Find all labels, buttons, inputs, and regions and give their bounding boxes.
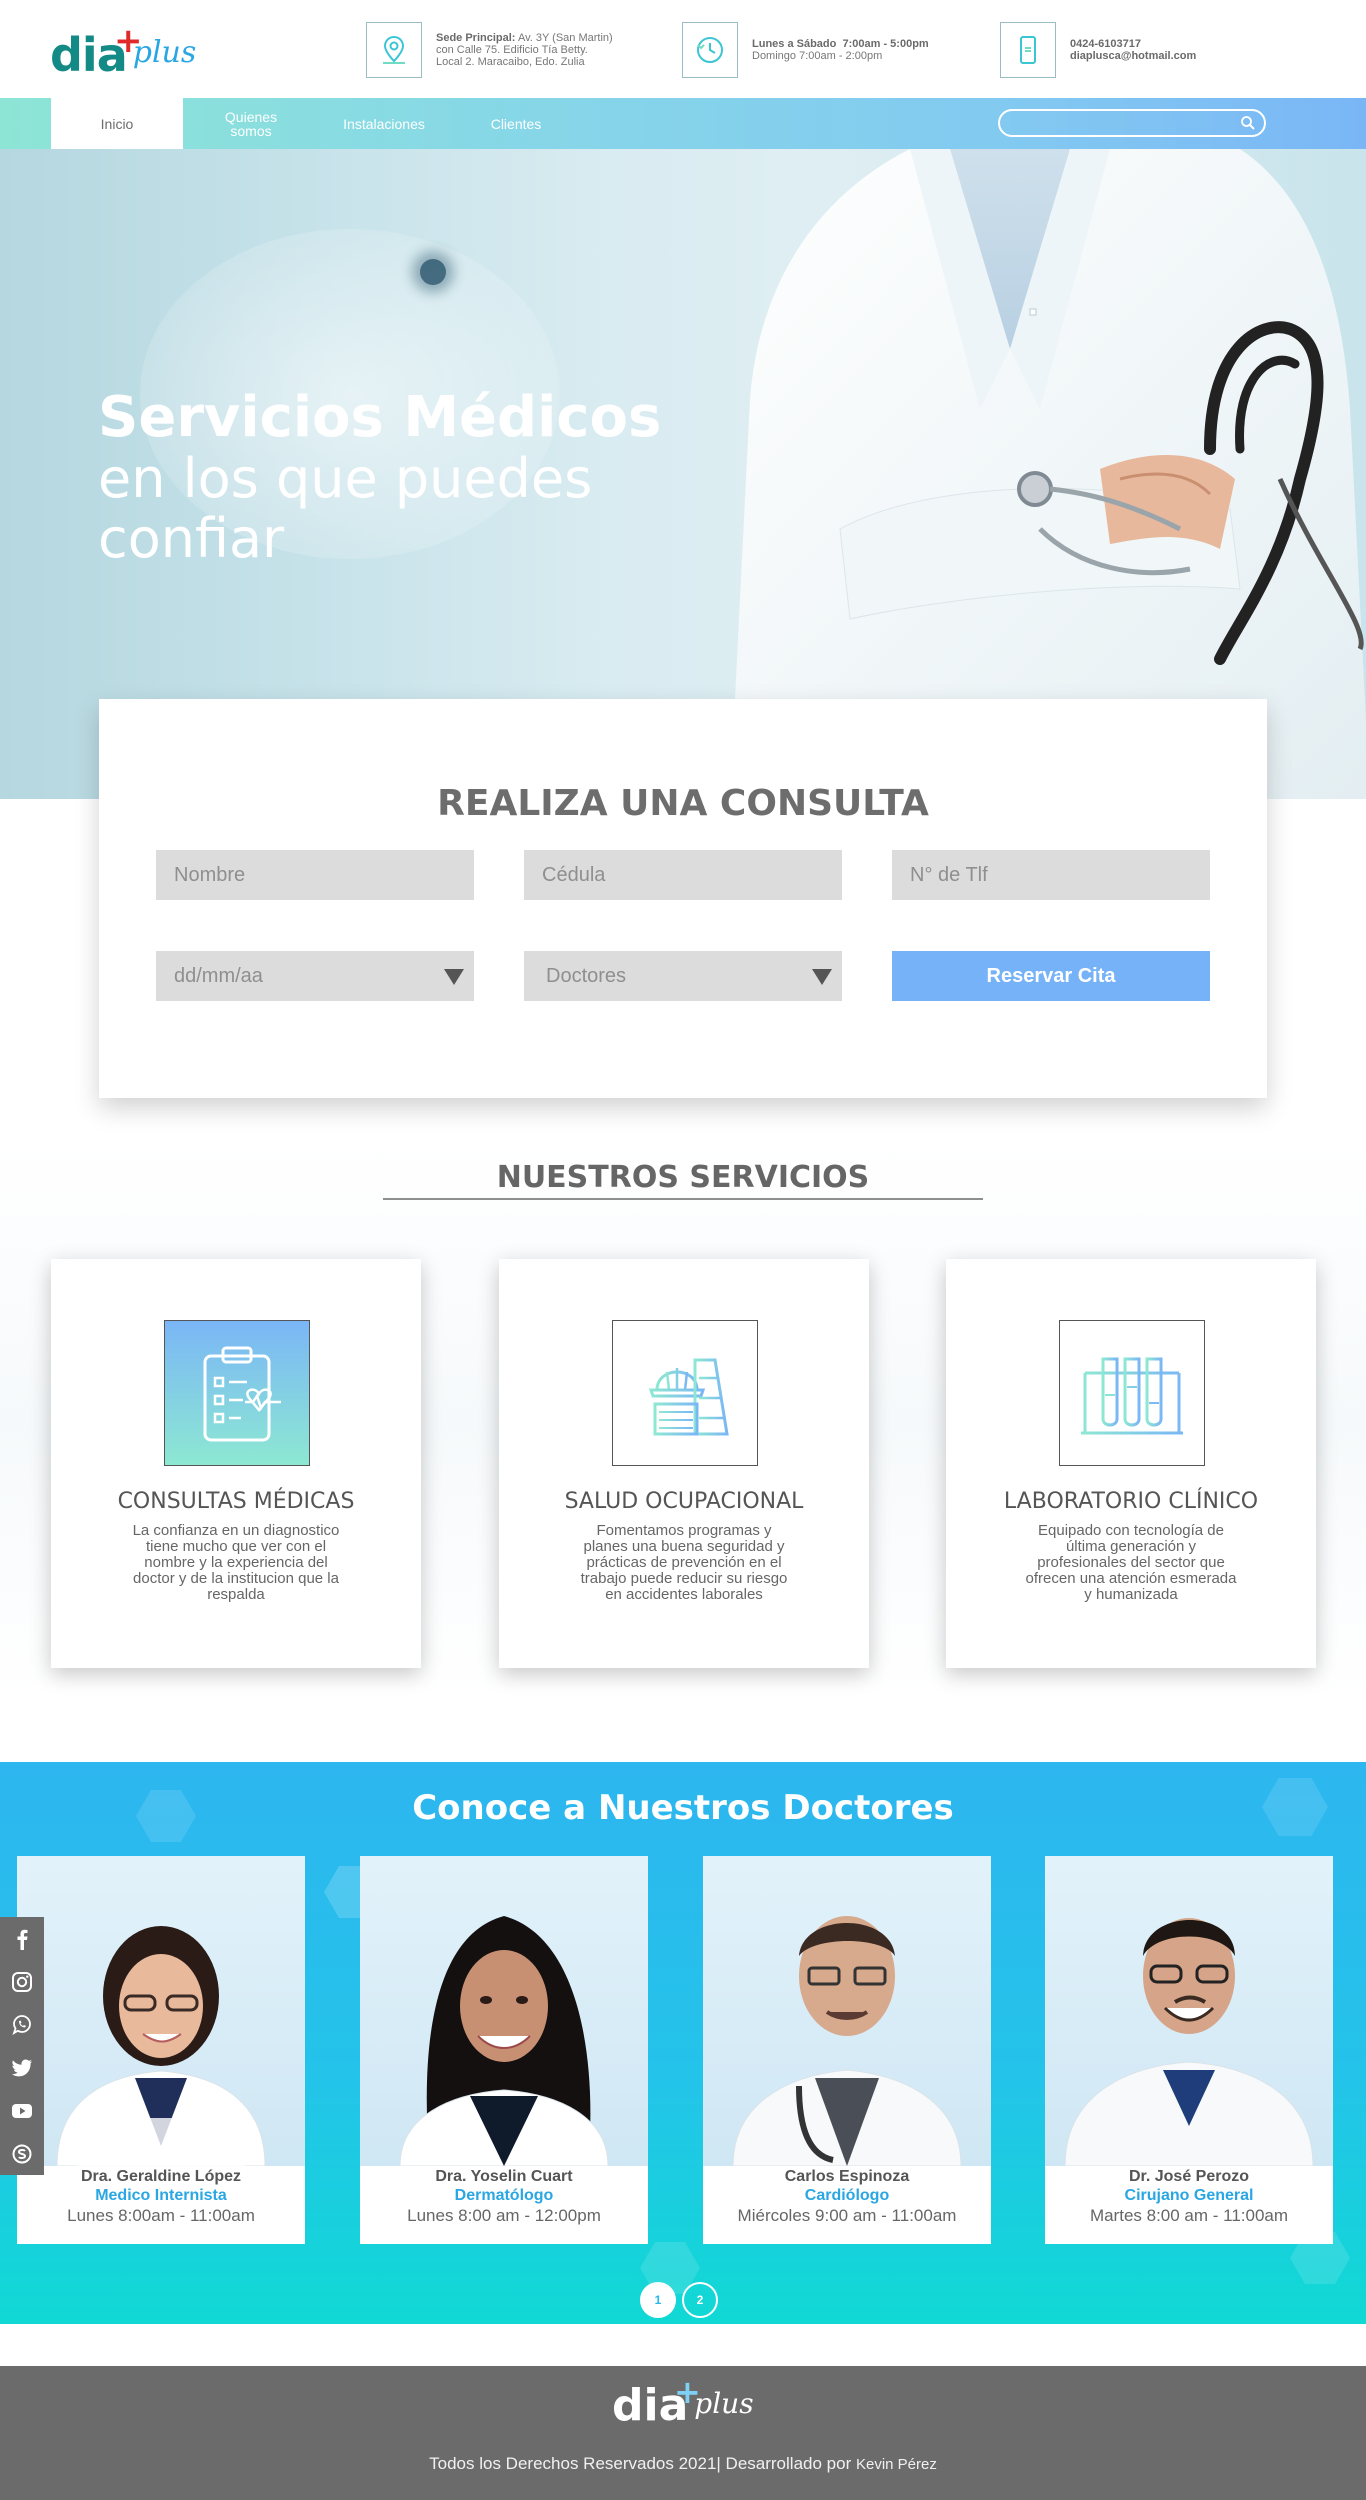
helmet-icon — [612, 1320, 758, 1466]
telefono-field[interactable]: N° de Tlf — [892, 850, 1210, 900]
doctor-hours: Martes 8:00 am - 11:00am — [1089, 2206, 1289, 2225]
address-line3: Local 2. Maracaibo, Edo. Zulia — [436, 56, 585, 68]
doctor-card[interactable]: Dr. José Perozo Cirujano General Martes … — [1045, 1856, 1333, 2244]
schedule-line2: Domingo 7:00am - 2:00pm — [752, 50, 883, 62]
dropdown-arrow-icon — [812, 969, 832, 985]
footer-logo-sub-text: plus — [694, 2387, 754, 2420]
doctor-specialty: Cardiólogo — [804, 2187, 890, 2204]
services-title: NUESTROS SERVICIOS — [496, 1160, 870, 1195]
doctors-section: Conoce a Nuestros Doctores Dra. Geraldin… — [0, 1762, 1366, 2324]
search-icon[interactable] — [1240, 115, 1256, 136]
cedula-field[interactable]: Cédula — [524, 850, 842, 900]
service-card-laboratorio[interactable]: LABORATORIO CLÍNICO Equipado con tecnolo… — [946, 1259, 1316, 1668]
hero-title: Servicios Médicos en los que puedes conf… — [98, 387, 661, 569]
doctor-select[interactable]: Doctores — [524, 951, 842, 1001]
doctor-card[interactable]: Dra. Geraldine López Medico Internista L… — [17, 1856, 305, 2244]
logo-sub-text: plus — [132, 35, 197, 70]
copyright-text: Todos los Derechos Reservados 2021| Desa… — [429, 2454, 852, 2473]
footer-logo[interactable]: dia + plus — [612, 2373, 754, 2431]
doctor-photo — [703, 1856, 991, 2166]
appointment-form-title: REALIZA UNA CONSULTA — [437, 783, 929, 824]
facebook-icon[interactable] — [0, 1917, 44, 1960]
doctor-hours: Lunes 8:00am - 11:00am — [67, 2206, 255, 2225]
doctors-title: Conoce a Nuestros Doctores — [412, 1788, 954, 1828]
carousel-page-2[interactable]: 2 — [682, 2282, 718, 2318]
background-light-blur — [420, 259, 446, 285]
service-description: Equipado con tecnología de última generac… — [1025, 1522, 1237, 1603]
location-pin-icon — [366, 22, 422, 78]
contact-email[interactable]: diaplusca@hotmail.com — [1070, 50, 1196, 62]
service-description: Fomentamos programas y planes una buena s… — [580, 1522, 788, 1603]
doctor-specialty: Cirujano General — [1124, 2187, 1254, 2204]
author-link[interactable]: Kevin Pérez — [856, 2456, 937, 2473]
footer-copyright: Todos los Derechos Reservados 2021| Desa… — [0, 2454, 1366, 2474]
dropdown-arrow-icon — [444, 969, 464, 985]
youtube-icon[interactable] — [0, 2089, 44, 2132]
doctor-specialty: Dermatólogo — [454, 2187, 554, 2204]
nav-item-label: Quienes — [224, 108, 278, 125]
service-name: CONSULTAS MÉDICAS — [117, 1489, 355, 1514]
service-description: La confianza en un diagnostico tiene much… — [132, 1522, 340, 1603]
service-card-consultas[interactable]: CONSULTAS MÉDICAS La confianza en un dia… — [51, 1259, 421, 1668]
service-name: SALUD OCUPACIONAL — [564, 1489, 804, 1514]
doctor-select-value: Doctores — [546, 965, 627, 987]
doctor-specialty: Medico Internista — [95, 2187, 227, 2204]
doctor-photo — [1045, 1856, 1333, 2166]
schedule-info: Lunes a Sábado 7:00am - 5:00pm Domingo 7… — [682, 22, 929, 78]
whatsapp-icon[interactable] — [0, 2003, 44, 2046]
service-name: LABORATORIO CLÍNICO — [1003, 1489, 1259, 1514]
main-nav: Inicio Quienes somos Instalaciones Clien… — [0, 98, 1366, 149]
phone-icon — [1000, 22, 1056, 78]
service-card-salud-ocupacional[interactable]: SALUD OCUPACIONAL Fomentamos programas y… — [499, 1259, 869, 1668]
carousel-page-1[interactable]: 1 — [640, 2282, 676, 2318]
date-select[interactable]: dd/mm/aa — [156, 951, 474, 1001]
skype-icon[interactable] — [0, 2132, 44, 2175]
address-line2: con Calle 75. Edificio Tía Betty. — [436, 44, 588, 56]
services-title-underline — [383, 1198, 983, 1200]
test-tubes-icon — [1059, 1320, 1205, 1466]
doctor-name: Dra. Geraldine López — [80, 2168, 242, 2185]
nav-item-inicio[interactable]: Inicio — [51, 98, 183, 149]
phone-number[interactable]: 0424-6103717 — [1070, 38, 1141, 50]
doctor-hours: Miércoles 9:00 am - 11:00am — [737, 2206, 957, 2225]
hero-title-line3: confiar — [98, 507, 285, 570]
address-info: Sede Principal: Av. 3Y (San Martin) con … — [366, 22, 613, 78]
site-header: dia + plus Sede Principal: Av. 3Y (San Ma… — [0, 0, 1366, 98]
twitter-icon[interactable] — [0, 2046, 44, 2089]
reservar-cita-button[interactable]: Reservar Cita — [892, 951, 1210, 1001]
doctor-hours: Lunes 8:00 am - 12:00pm — [407, 2206, 601, 2225]
nav-item-instalaciones[interactable]: Instalaciones — [320, 98, 448, 149]
clipboard-heart-icon — [164, 1320, 310, 1466]
contact-info: 0424-6103717 diaplusca@hotmail.com — [1000, 22, 1196, 78]
nav-item-label: somos — [230, 122, 272, 139]
social-sidebar — [0, 1917, 44, 2175]
address-label: Sede Principal: — [436, 32, 516, 44]
instagram-icon[interactable] — [0, 1960, 44, 2003]
logo-cross-icon: + — [114, 21, 142, 61]
appointment-form-card: REALIZA UNA CONSULTA Nombre Cédula N° de… — [99, 699, 1267, 1098]
footer-logo-cross-icon: + — [674, 2373, 701, 2411]
doctor-photo — [17, 1856, 305, 2166]
nombre-field[interactable]: Nombre — [156, 850, 474, 900]
logo-text: dia + — [50, 21, 142, 82]
footer-logo-text: dia + — [612, 2373, 701, 2431]
clock-icon — [682, 22, 738, 78]
schedule-hours: 7:00am - 5:00pm — [842, 38, 929, 50]
doctor-name: Carlos Espinoza — [784, 2168, 910, 2185]
nav-item-quienes-somos[interactable]: Quienes somos — [200, 98, 302, 149]
address-line1: Av. 3Y (San Martin) — [517, 32, 613, 44]
date-select-value: dd/mm/aa — [174, 965, 263, 987]
search-input[interactable] — [998, 109, 1266, 137]
site-footer: dia + plus Todos los Derechos Reservados … — [0, 2366, 1366, 2500]
doctor-photo — [360, 1856, 648, 2166]
doctor-name: Dra. Yoselin Cuart — [435, 2168, 573, 2185]
hero-title-bold: Servicios Médicos — [98, 385, 662, 450]
doctor-card[interactable]: Carlos Espinoza Cardiólogo Miércoles 9:0… — [703, 1856, 991, 2244]
doctor-card[interactable]: Dra. Yoselin Cuart Dermatólogo Lunes 8:0… — [360, 1856, 648, 2244]
site-logo[interactable]: dia + plus — [50, 22, 196, 78]
nav-item-clientes[interactable]: Clientes — [466, 98, 566, 149]
doctor-name: Dr. José Perozo — [1128, 2168, 1250, 2185]
hero-title-line2: en los que puedes — [98, 447, 593, 510]
schedule-label: Lunes a Sábado — [752, 38, 837, 50]
